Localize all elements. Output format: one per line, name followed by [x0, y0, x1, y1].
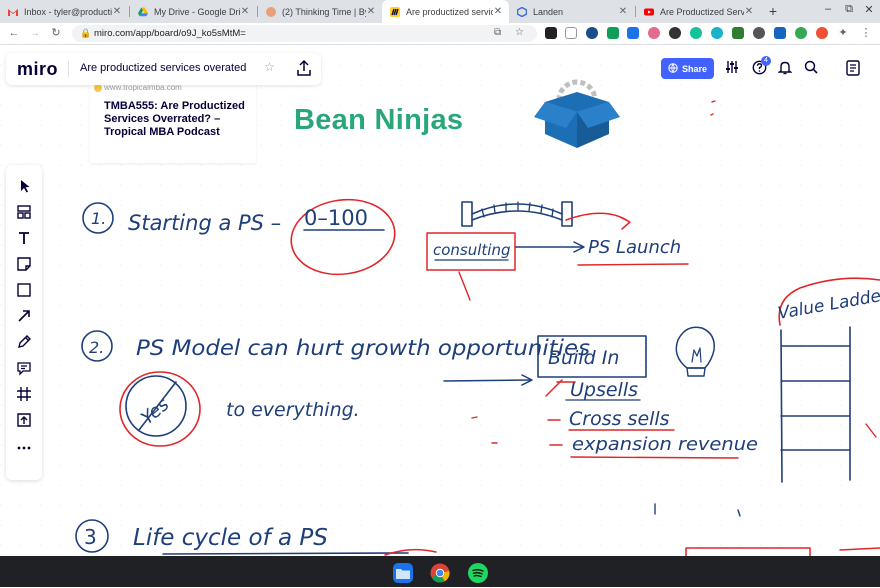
shape-tool-icon[interactable]	[14, 280, 34, 300]
hw-upsells: Upsells	[570, 379, 638, 401]
hw-line-3: Life cycle of a PS	[133, 525, 328, 551]
upload-icon[interactable]	[14, 410, 34, 430]
more-vert-icon[interactable]: ⋮	[860, 27, 872, 39]
meet-extension-icon[interactable]	[607, 27, 619, 39]
text-tool-icon[interactable]	[14, 228, 34, 248]
site-favicon	[94, 84, 102, 92]
doc-extension-icon[interactable]	[565, 27, 577, 39]
tab-youtube[interactable]: Are Productized Service ✕	[636, 0, 760, 23]
connector-arrow-icon[interactable]	[14, 306, 34, 326]
link-title: TMBA555: Are Productized Services Overra…	[104, 100, 245, 138]
hw-number-2: 2.	[89, 338, 104, 357]
hw-number-1: 1.	[91, 209, 106, 228]
address-bar[interactable]: 🔒 miro.com/app/board/o9J_ko5sMtM= ⧉ ☆	[72, 25, 537, 42]
tab-landen[interactable]: Landen ✕	[509, 0, 634, 23]
tab-google-drive[interactable]: My Drive - Google Drive ✕	[130, 0, 256, 23]
restore-icon[interactable]: ⧉	[841, 3, 857, 16]
podcast-link-card[interactable]: www.tropicalmba.com TMBA555: Are Product…	[90, 82, 256, 163]
ladder-left-rail	[780, 329, 783, 483]
miro-icon	[390, 6, 400, 17]
globe-icon	[668, 62, 678, 75]
frame-tool-icon[interactable]	[14, 384, 34, 404]
hw-range: 0–100	[304, 206, 368, 230]
miro-top-bar: miro Are productized services overated ☆	[6, 53, 321, 85]
gear-extension-icon[interactable]	[753, 27, 765, 39]
divider	[68, 61, 69, 77]
board-title[interactable]: Are productized services overated	[80, 62, 246, 74]
cloud-extension-icon[interactable]	[586, 27, 598, 39]
templates-icon[interactable]	[14, 202, 34, 222]
bean-ninjas-logo-text: Bean Ninjas	[294, 104, 464, 136]
youtube-icon	[644, 7, 654, 17]
star-icon[interactable]: ☆	[264, 60, 275, 74]
record-extension-icon[interactable]	[648, 27, 660, 39]
close-icon[interactable]: ✕	[493, 6, 503, 17]
new-tab-button[interactable]: +	[765, 3, 781, 19]
chrome-extension-icon[interactable]	[795, 27, 807, 39]
export-icon[interactable]	[296, 59, 312, 77]
close-icon[interactable]: ✕	[618, 6, 628, 17]
browser-toolbar: ← → ↻ 🔒 miro.com/app/board/o9J_ko5sMtM= …	[0, 23, 880, 45]
sticky-note-icon[interactable]	[14, 254, 34, 274]
drive-icon	[138, 7, 148, 17]
files-app-icon[interactable]	[393, 563, 413, 583]
hw-ps-launch: PS Launch	[588, 237, 681, 258]
lock-icon: 🔒	[80, 28, 92, 38]
tab-miro-board[interactable]: Are productized service ✕	[382, 0, 509, 23]
arrow-to-build-in	[443, 379, 531, 382]
search-icon[interactable]	[803, 60, 819, 76]
forward-icon[interactable]: →	[27, 25, 43, 41]
miro-logo[interactable]: miro	[17, 59, 58, 80]
more-tools-icon[interactable]	[14, 438, 34, 458]
hw-line-1: Starting a PS –	[128, 211, 281, 235]
reload-icon[interactable]: ↻	[48, 25, 64, 41]
hw-expansion-revenue: expansion revenue	[572, 434, 758, 455]
video-extension-icon[interactable]	[774, 27, 786, 39]
hw-line-2: PS Model can hurt growth opportunities	[136, 336, 590, 360]
landen-icon	[516, 6, 528, 17]
left-toolbar	[6, 165, 42, 480]
hw-line-2b: to everything.	[226, 399, 360, 421]
spotify-app-icon[interactable]	[468, 563, 488, 583]
close-icon[interactable]: ✕	[240, 6, 250, 17]
browser-tab-strip: Inbox - tyler@productiz ✕ My Drive - Goo…	[0, 0, 880, 23]
tab-thinking-time[interactable]: (2) Thinking Time | By S ✕	[258, 0, 382, 23]
arrow-extension-icon[interactable]	[627, 27, 639, 39]
pen-tool-icon[interactable]	[14, 332, 34, 352]
hw-consulting: consulting	[433, 241, 511, 259]
hw-cross-sells: Cross sells	[569, 408, 670, 430]
gmail-icon	[8, 7, 18, 17]
tab-gmail[interactable]: Inbox - tyler@productiz ✕	[0, 0, 128, 23]
bw-extension-icon[interactable]	[732, 27, 744, 39]
select-cursor-icon[interactable]	[14, 176, 34, 196]
puzzle-icon[interactable]: ✦	[837, 27, 849, 39]
thinking-icon	[266, 6, 276, 17]
bookmark-star-icon[interactable]: ☆	[515, 27, 524, 38]
close-icon[interactable]: ✕	[366, 6, 376, 17]
minimize-icon[interactable]: –	[820, 3, 836, 15]
k-extension-icon[interactable]	[816, 27, 828, 39]
board-panel-icon[interactable]	[846, 60, 862, 76]
open-external-icon[interactable]: ⧉	[494, 27, 501, 38]
notification-count-badge: 4	[761, 56, 771, 66]
hw-build-in: Build In	[548, 347, 619, 369]
window-close-icon[interactable]: ✕	[861, 3, 877, 16]
settings-sliders-icon[interactable]	[724, 60, 740, 76]
bell-icon[interactable]	[777, 60, 793, 76]
hw-number-3: 3	[84, 525, 97, 549]
circle-extension-icon[interactable]	[669, 27, 681, 39]
close-icon[interactable]: ✕	[112, 6, 122, 17]
notion-extension-icon[interactable]	[545, 27, 557, 39]
sync-extension-icon[interactable]	[711, 27, 723, 39]
share-button[interactable]: Share	[661, 58, 714, 79]
grammarly-extension-icon[interactable]	[690, 27, 702, 39]
chrome-app-icon[interactable]	[430, 563, 450, 583]
back-icon[interactable]: ←	[6, 25, 22, 41]
comment-icon[interactable]	[14, 358, 34, 378]
close-icon[interactable]: ✕	[744, 6, 754, 17]
